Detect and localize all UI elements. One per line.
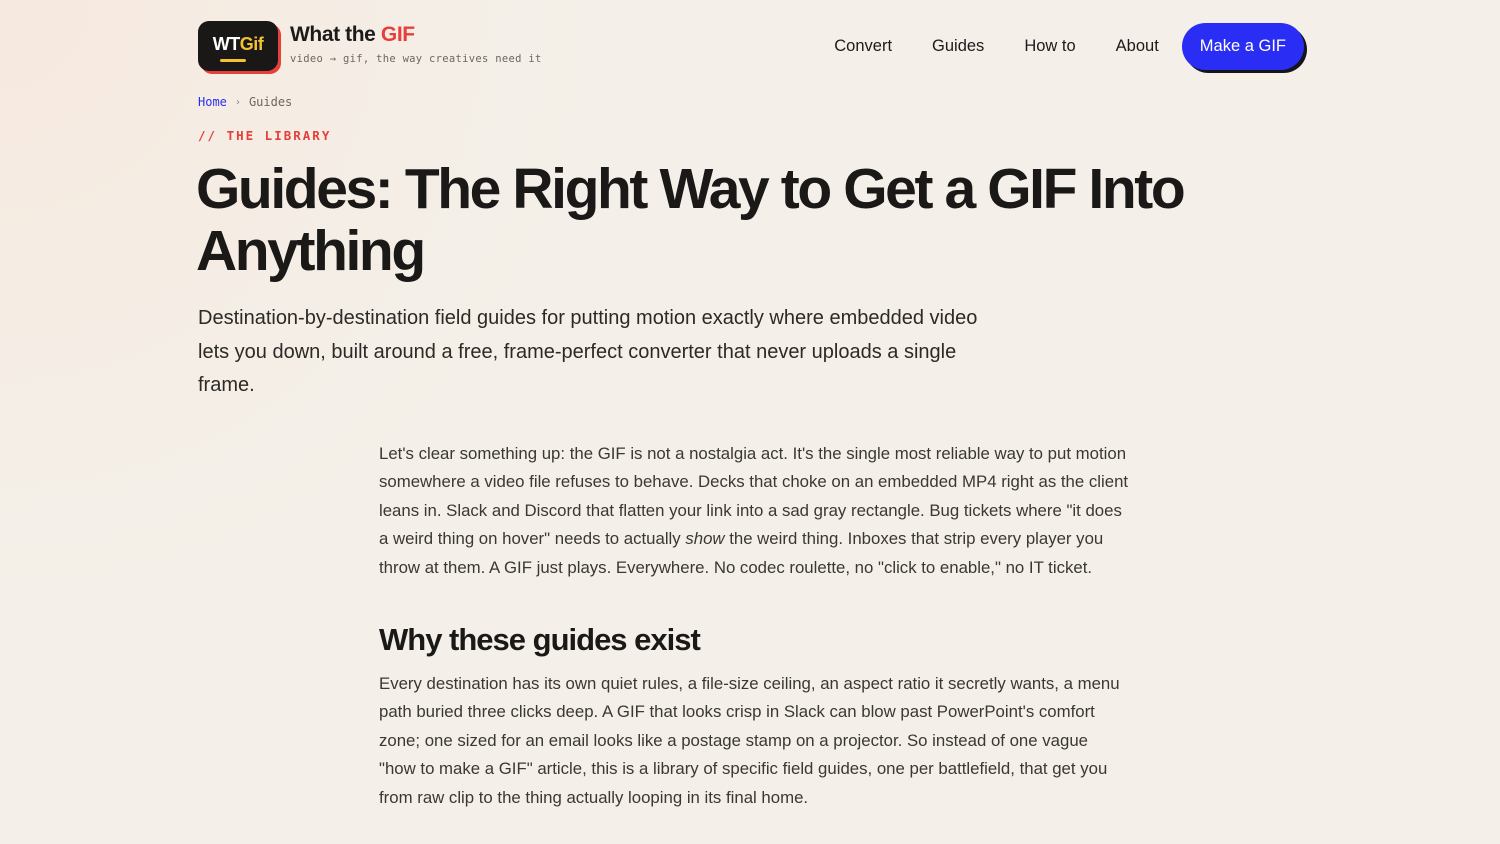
nav-convert[interactable]: Convert [834,37,892,56]
emphasis-show: show [685,529,725,549]
breadcrumb-current: Guides [248,95,293,109]
main-nav: Convert Guides How to About Make a GIF [834,22,1304,70]
site-header: WTGif What the GIF video → gif, the way … [198,20,1304,72]
breadcrumb-separator: › [234,96,241,108]
section-eyebrow: // THE LIBRARY [198,128,332,143]
article-paragraph-why: Every destination has its own quiet rule… [379,674,1120,807]
logo-wordmark: WTGif [212,33,264,54]
nav-guides[interactable]: Guides [932,37,984,56]
nav-about[interactable]: About [1116,37,1159,56]
section-heading-why: Why these guides exist [379,622,701,658]
brand-block: What the GIF video → gif, the way creati… [290,23,542,65]
site-logo[interactable]: WTGif [198,21,278,71]
nav-how-to[interactable]: How to [1024,37,1075,56]
article-paragraph-intro: Let's clear something up: the GIF is not… [379,444,1129,577]
page-title: Guides: The Right Way to Get a GIF Into … [196,157,1186,283]
brand-title[interactable]: What the GIF [290,23,542,47]
breadcrumb-home[interactable]: Home [198,95,227,109]
logo-underline [220,59,246,62]
breadcrumb: Home › Guides [198,95,292,109]
brand-tagline: video → gif, the way creatives need it [290,53,542,65]
page-lede: Destination-by-destination field guides … [198,307,978,396]
make-gif-button[interactable]: Make a GIF [1181,22,1304,70]
article-body: Let's clear something up: the GIF is not… [379,440,1129,812]
